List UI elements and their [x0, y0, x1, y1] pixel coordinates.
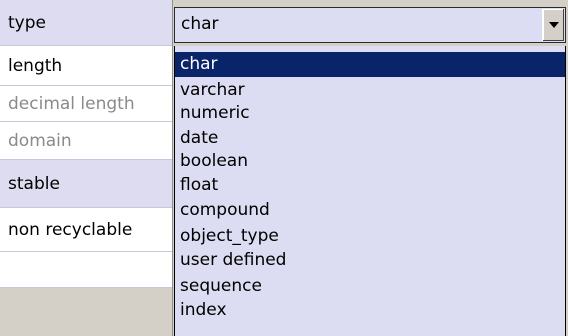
property-label: non recyclable: [8, 219, 133, 240]
chevron-down-icon: [548, 22, 559, 28]
property-row-domain: domain: [0, 122, 172, 160]
property-label: stable: [8, 173, 60, 194]
option-object-type[interactable]: object_type: [175, 224, 565, 249]
property-label: type: [8, 12, 46, 33]
type-dropdown-list[interactable]: char varchar numeric date boolean float …: [174, 46, 566, 336]
option-user-defined[interactable]: user defined: [175, 248, 565, 273]
option-index[interactable]: index: [175, 298, 565, 323]
option-date[interactable]: date: [175, 126, 565, 151]
dropdown-button[interactable]: [542, 9, 564, 41]
combobox-value: char: [181, 14, 219, 34]
property-row-type[interactable]: type: [0, 0, 172, 46]
column-divider: [172, 0, 173, 336]
property-row-length[interactable]: length: [0, 46, 172, 86]
property-label: decimal length: [8, 93, 135, 114]
property-grid: type length decimal length domain stable…: [0, 0, 568, 336]
property-label: length: [8, 55, 63, 76]
option-numeric[interactable]: numeric: [175, 101, 565, 126]
option-float[interactable]: float: [175, 173, 565, 198]
option-char[interactable]: char: [175, 52, 565, 77]
property-label: domain: [8, 130, 72, 151]
option-compound[interactable]: compound: [175, 198, 565, 223]
option-varchar[interactable]: varchar: [175, 78, 565, 103]
property-row-decimal-length: decimal length: [0, 86, 172, 122]
option-sequence[interactable]: sequence: [175, 274, 565, 299]
property-row-empty: [0, 252, 172, 288]
property-row-non-recyclable[interactable]: non recyclable: [0, 208, 172, 252]
property-row-stable[interactable]: stable: [0, 160, 172, 208]
option-boolean[interactable]: boolean: [175, 149, 565, 174]
type-combobox[interactable]: char: [174, 7, 566, 43]
